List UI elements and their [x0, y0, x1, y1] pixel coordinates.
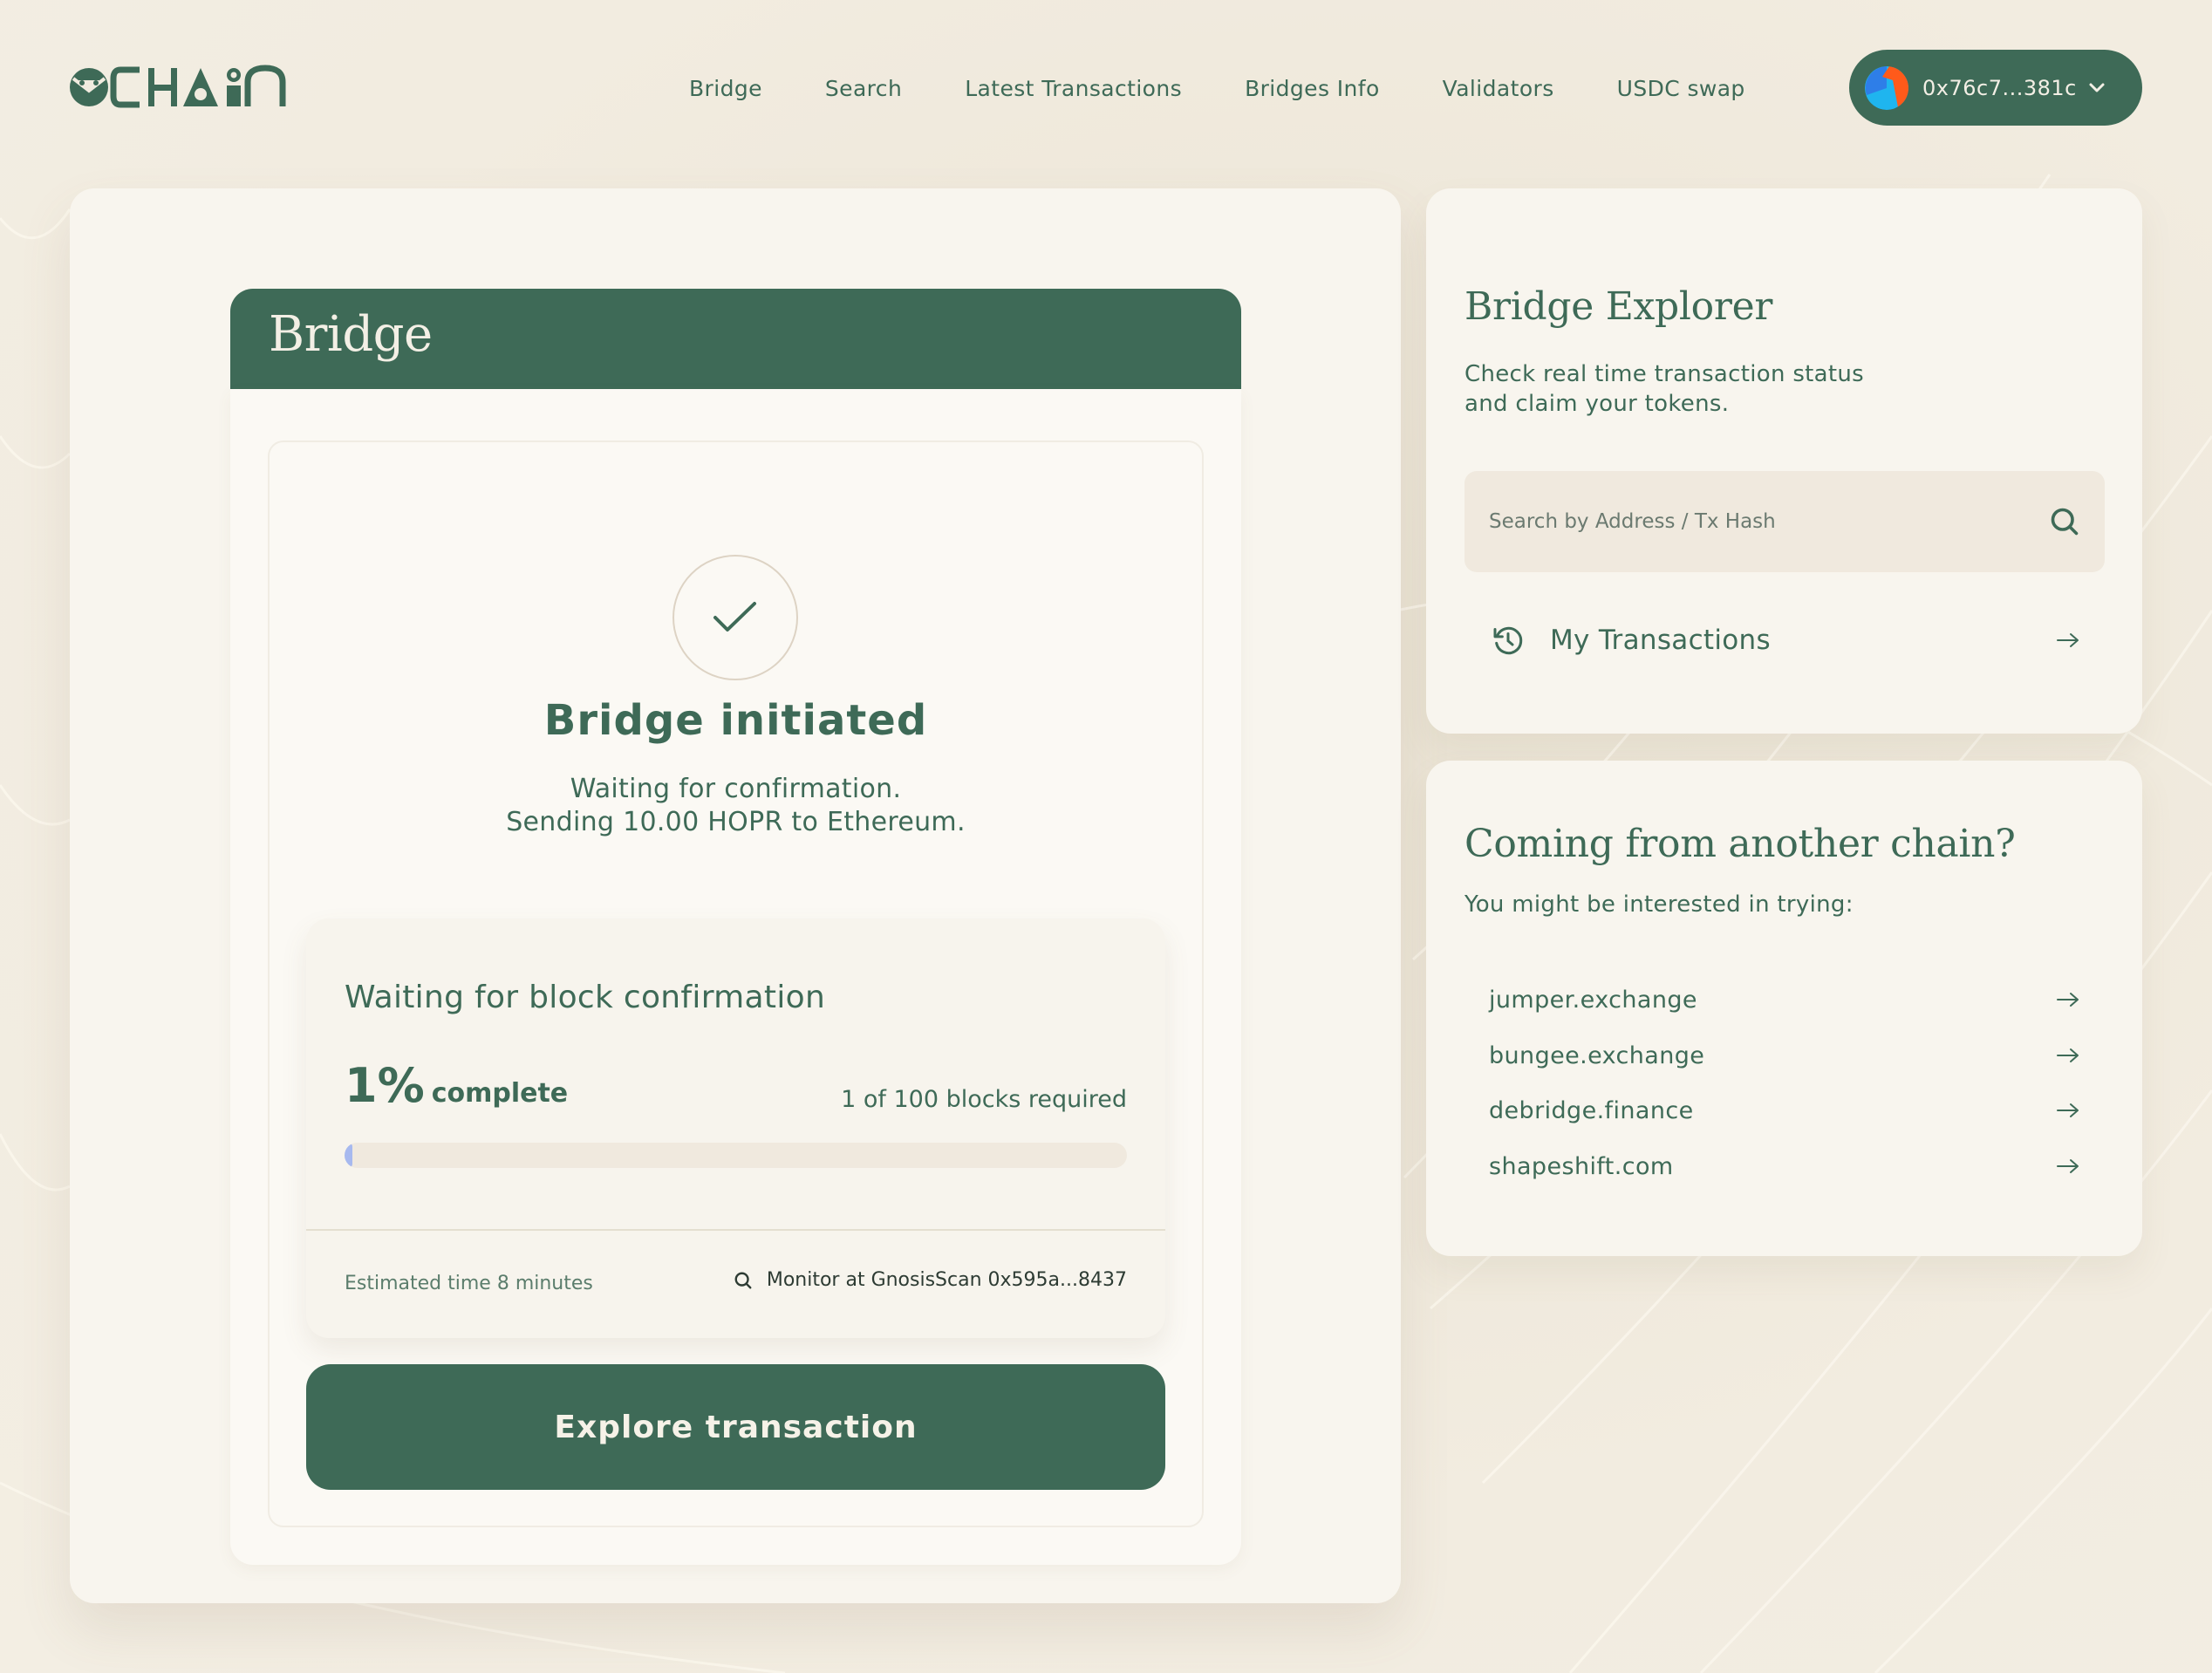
search-icon — [734, 1272, 752, 1288]
another-chain-card: Coming from another chain? You might be … — [1426, 761, 2142, 1256]
nav-search[interactable]: Search — [825, 76, 902, 101]
link-label: shapeshift.com — [1489, 1152, 1674, 1180]
nav-validators[interactable]: Validators — [1443, 76, 1554, 101]
blocks-required: 1 of 100 blocks required — [841, 1086, 1127, 1113]
my-transactions-link[interactable]: My Transactions — [1464, 605, 2105, 675]
nav-bridges-info[interactable]: Bridges Info — [1245, 76, 1380, 101]
link-shapeshift-com[interactable]: shapeshift.com — [1464, 1140, 2105, 1192]
arrow-right-icon — [2057, 1159, 2079, 1173]
link-debridge-finance[interactable]: debridge.finance — [1464, 1084, 2105, 1137]
explorer-title: Bridge Explorer — [1464, 284, 1773, 329]
wallet-avatar — [1865, 65, 1908, 110]
monitor-gnosisscan-link[interactable]: Monitor at GnosisScan 0x595a...8437 — [734, 1269, 1127, 1291]
checkmark-icon — [713, 602, 756, 632]
link-label: jumper.exchange — [1489, 986, 1697, 1014]
chevron-down-icon — [2089, 83, 2105, 92]
owl-icon — [70, 65, 286, 108]
bridge-title: Bridge — [269, 306, 433, 363]
wallet-button[interactable]: 0x76c7...381c — [1849, 50, 2142, 126]
search-icon[interactable] — [2049, 506, 2080, 537]
logo[interactable] — [68, 61, 291, 113]
progress-bar-fill — [345, 1143, 352, 1168]
arrow-right-icon — [2057, 1103, 2079, 1117]
status-line-2: Sending 10.00 HOPR to Ethereum. — [506, 807, 966, 837]
progress-percent: 1% complete — [345, 1058, 568, 1113]
history-icon — [1493, 626, 1523, 655]
nav-bridge[interactable]: Bridge — [689, 76, 762, 101]
another-chain-subtitle: You might be interested in trying: — [1464, 891, 1854, 918]
link-jumper-exchange[interactable]: jumper.exchange — [1464, 973, 2105, 1026]
block-confirmation-card: Waiting for block confirmation 1% complet… — [306, 918, 1165, 1338]
explorer-description-line-1: Check real time transaction status — [1464, 361, 1865, 387]
explorer-search — [1464, 471, 2105, 572]
nav-latest-transactions[interactable]: Latest Transactions — [965, 76, 1182, 101]
arrow-right-icon — [2057, 1048, 2079, 1062]
wallet-address: 0x76c7...381c — [1922, 75, 2077, 100]
explorer-description: Check real time transaction status and c… — [1464, 359, 1864, 419]
bridge-header: Bridge — [230, 289, 1241, 389]
status-title: Bridge initiated — [543, 696, 928, 745]
monitor-text: Monitor at GnosisScan 0x595a...8437 — [766, 1269, 1127, 1291]
success-badge — [672, 555, 798, 680]
percent-value: 1% — [345, 1058, 425, 1113]
arrow-right-icon — [2057, 633, 2079, 647]
progress-bar — [345, 1143, 1127, 1168]
link-bungee-exchange[interactable]: bungee.exchange — [1464, 1029, 2105, 1082]
another-chain-title: Coming from another chain? — [1464, 822, 2016, 866]
status-line-1: Waiting for confirmation. — [570, 774, 902, 804]
bridge-explorer-card: Bridge Explorer Check real time transact… — [1426, 188, 2142, 734]
divider — [306, 1229, 1165, 1231]
search-input[interactable] — [1489, 471, 2030, 572]
link-label: debridge.finance — [1489, 1096, 1694, 1124]
percent-suffix: complete — [431, 1078, 569, 1109]
status-subtitle: Waiting for confirmation. Sending 10.00 … — [268, 773, 1204, 839]
estimated-time: Estimated time 8 minutes — [345, 1273, 593, 1294]
main-nav: Bridge Search Latest Transactions Bridge… — [689, 66, 1745, 110]
top-header: Bridge Search Latest Transactions Bridge… — [0, 0, 2212, 174]
confirmation-title: Waiting for block confirmation — [345, 980, 826, 1015]
explorer-description-line-2: and claim your tokens. — [1464, 391, 1730, 417]
nav-usdc-swap[interactable]: USDC swap — [1617, 76, 1745, 101]
explore-transaction-button[interactable]: Explore transaction — [306, 1364, 1165, 1490]
arrow-right-icon — [2057, 993, 2079, 1007]
my-transactions-label: My Transactions — [1550, 625, 1771, 656]
link-label: bungee.exchange — [1489, 1041, 1705, 1069]
